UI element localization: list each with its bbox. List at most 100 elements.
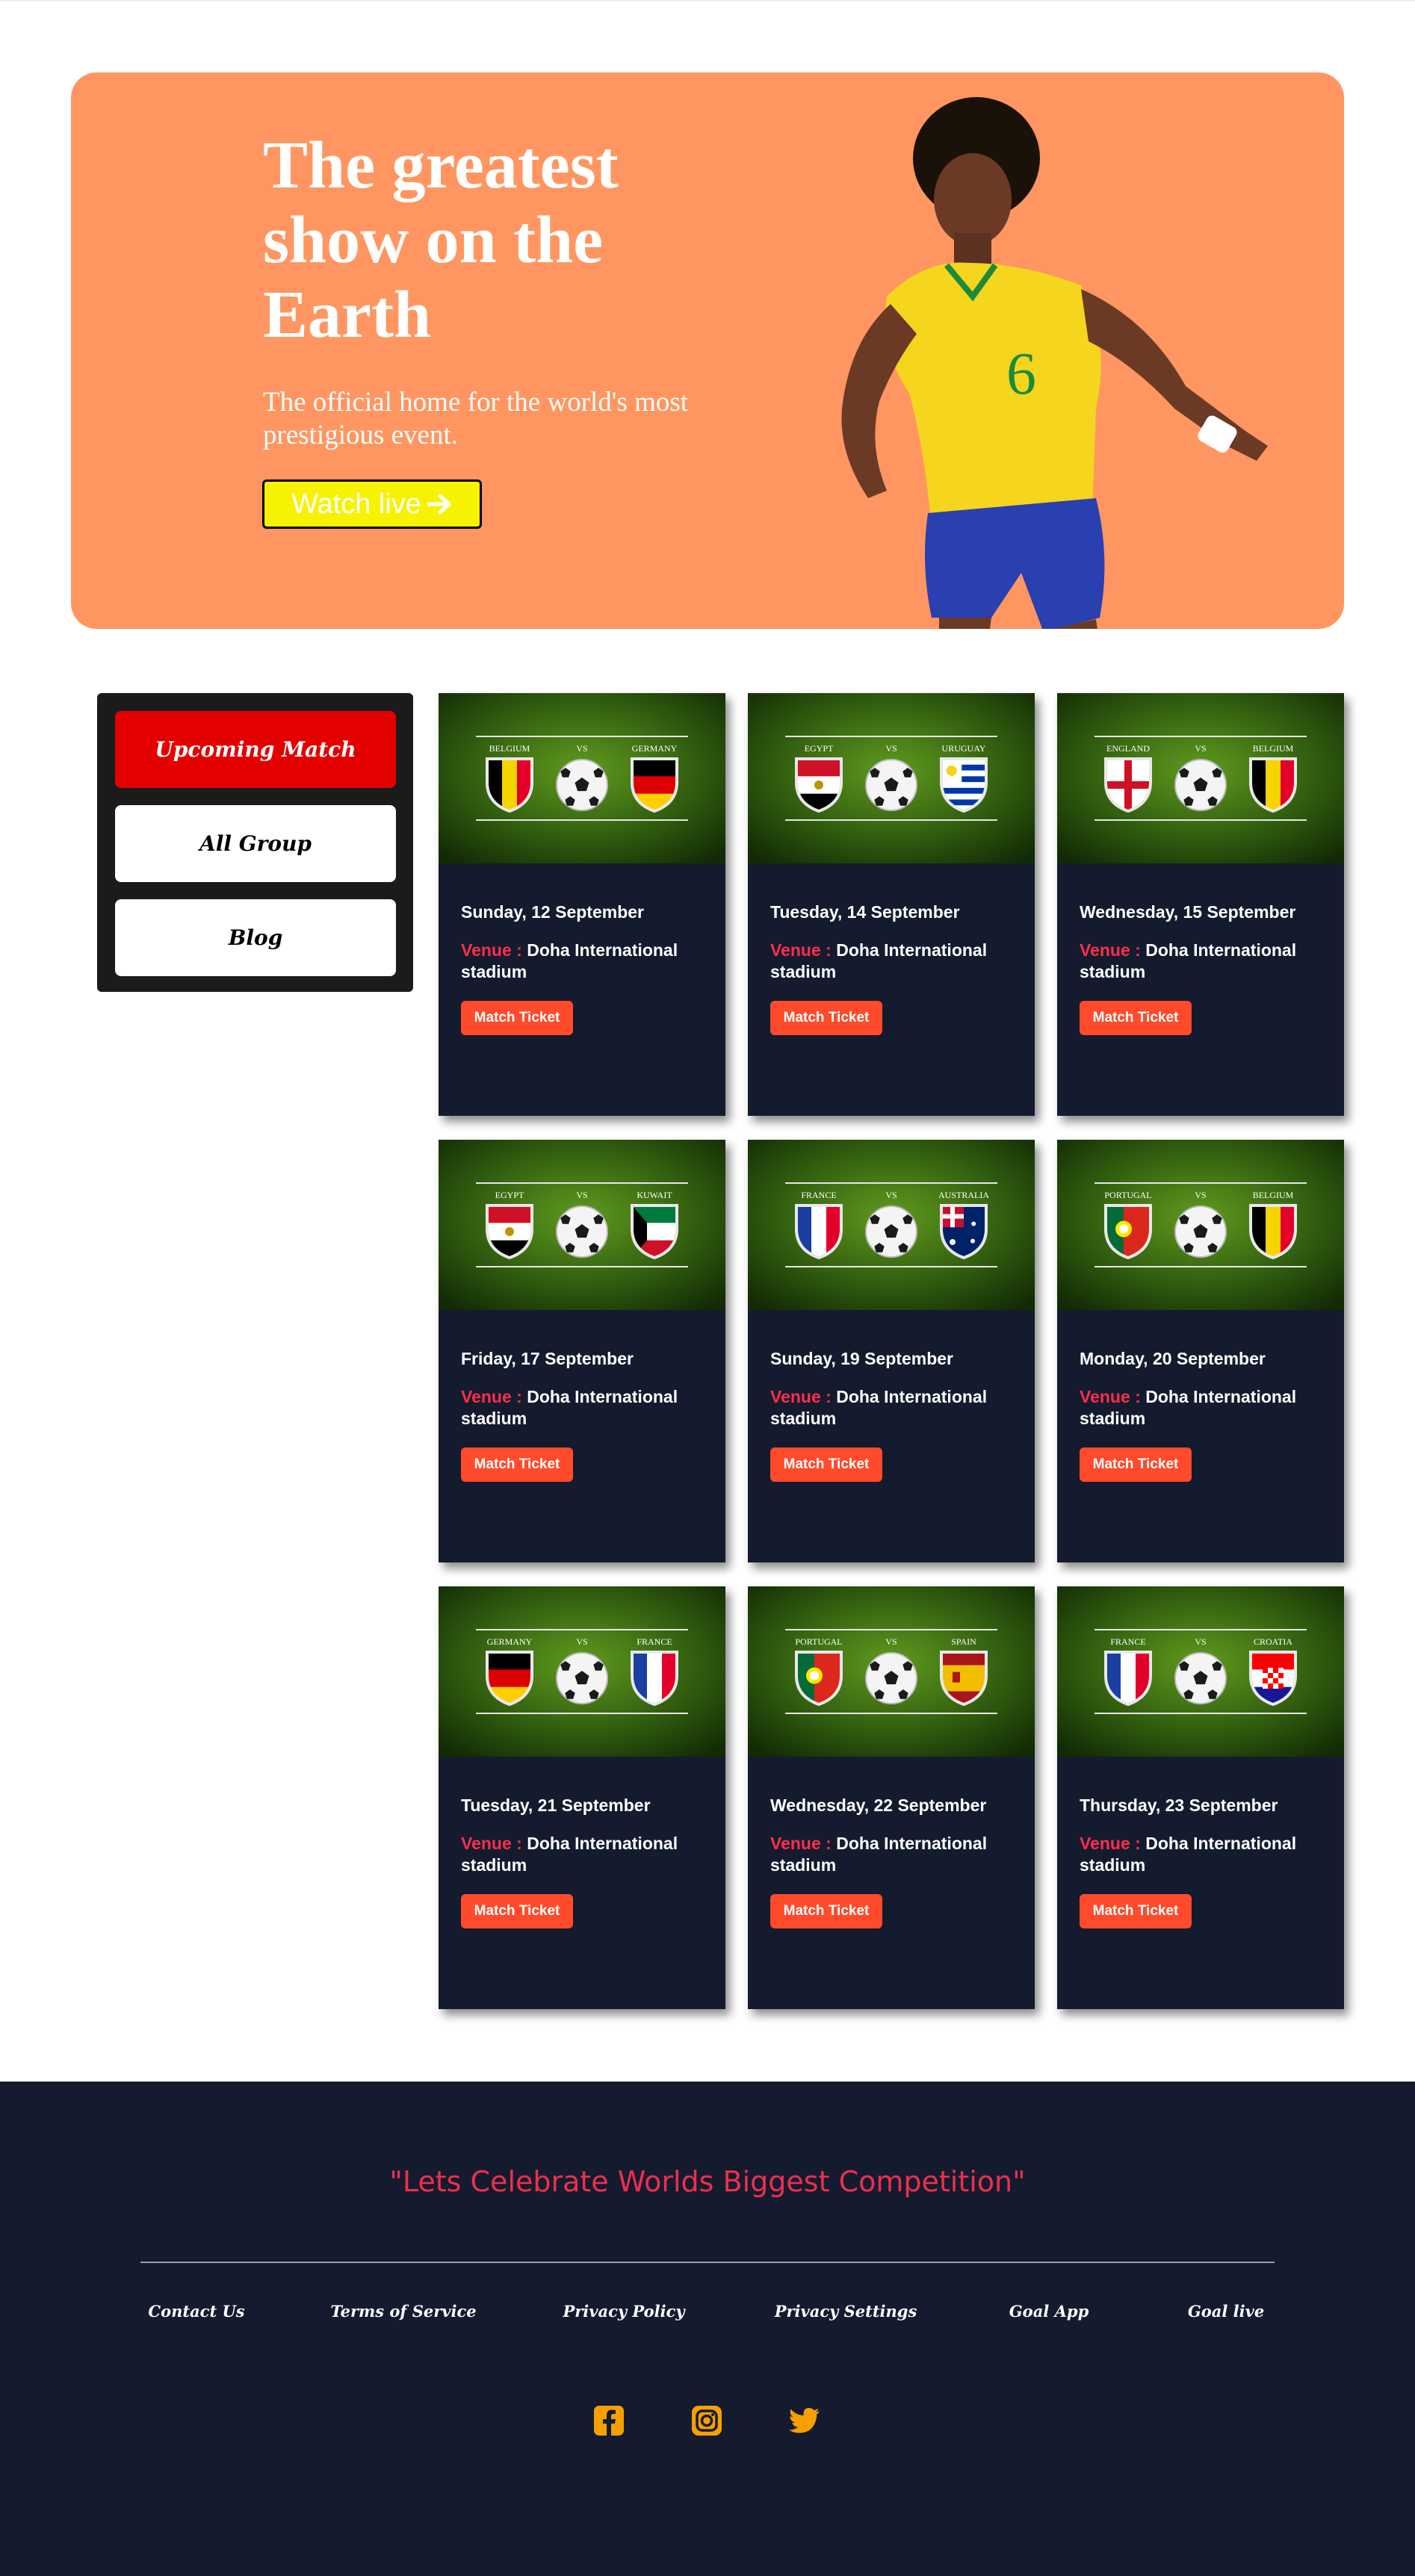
soccer-ball-icon [865, 759, 917, 811]
match-ticket-button[interactable]: Match Ticket [1080, 1447, 1192, 1482]
team-name: EGYPT [805, 743, 834, 754]
match-banner: GERMANY VS FRANCE [439, 1586, 725, 1757]
match-ticket-button[interactable]: Match Ticket [770, 1447, 882, 1482]
svg-text:6: 6 [1006, 341, 1036, 407]
match-card: EGYPT VS KUWAIT Friday, 17 September Venue :… [439, 1140, 725, 1562]
match-card: ENGLAND VS BELGIUM Wednesday, 15 September V… [1057, 693, 1344, 1116]
team-name: SPAIN [951, 1636, 976, 1647]
match-card: PORTUGAL VS SPAIN Wednesday, 22 September Ve… [748, 1586, 1035, 2009]
team-name: CROATIA [1254, 1636, 1292, 1647]
instagram-icon[interactable] [689, 2403, 725, 2439]
footer-link-privacy-settings[interactable]: Privacy Settings [775, 2302, 917, 2321]
flag-shield-icon [795, 1651, 843, 1707]
flag-shield-icon [940, 1651, 988, 1707]
team-name: BELGIUM [1253, 743, 1294, 754]
vs-label: VS [576, 743, 587, 754]
match-ticket-button[interactable]: Match Ticket [770, 1894, 882, 1928]
soccer-ball-icon [556, 759, 608, 811]
match-ticket-button[interactable]: Match Ticket [1080, 1894, 1192, 1928]
footer-link-terms-of-service[interactable]: Terms of Service [330, 2302, 476, 2321]
match-banner: EGYPT VS KUWAIT [439, 1140, 725, 1310]
soccer-ball-icon [865, 1205, 917, 1258]
match-ticket-button[interactable]: Match Ticket [461, 1447, 573, 1482]
sidebar-item-label: Upcoming Match [155, 737, 356, 762]
team-name: PORTUGAL [795, 1636, 842, 1647]
facebook-icon[interactable] [591, 2403, 627, 2439]
venue-label: Venue : [461, 1834, 522, 1853]
match-date: Tuesday, 14 September [770, 902, 960, 922]
match-banner: PORTUGAL VS SPAIN [748, 1586, 1035, 1757]
match-date: Sunday, 19 September [770, 1349, 953, 1368]
twitter-icon[interactable] [787, 2403, 823, 2439]
footer-link-goal-live[interactable]: Goal live [1188, 2302, 1264, 2321]
team-name: EGYPT [495, 1190, 524, 1200]
match-ticket-button[interactable]: Match Ticket [770, 1001, 882, 1035]
match-banner: PORTUGAL VS BELGIUM [1057, 1140, 1344, 1310]
match-date: Monday, 20 September [1080, 1349, 1266, 1368]
match-date: Tuesday, 21 September [461, 1796, 651, 1815]
match-date: Sunday, 12 September [461, 902, 644, 922]
match-venue: Venue : Doha International stadium [1080, 1833, 1334, 1876]
soccer-ball-icon [556, 1652, 608, 1704]
match-venue: Venue : Doha International stadium [461, 1386, 715, 1430]
match-venue: Venue : Doha International stadium [770, 1386, 1024, 1430]
sidebar: Upcoming Match All Group Blog [97, 693, 413, 992]
team-name: KUWAIT [637, 1190, 672, 1200]
hero-subtitle: The official home for the world's most p… [263, 387, 689, 450]
player-image: 6 [841, 97, 1268, 629]
match-card: FRANCE VS CROATIA Thursday, 23 September Ven… [1057, 1586, 1344, 2009]
vs-label: VS [885, 1190, 897, 1200]
flag-shield-icon [1104, 757, 1152, 813]
team-name: URUGUAY [942, 743, 986, 754]
match-venue: Venue : Doha International stadium [770, 1833, 1024, 1876]
footer-link-contact-us[interactable]: Contact Us [148, 2302, 244, 2321]
footer-tagline: "Lets Celebrate Worlds Biggest Competiti… [389, 2165, 1026, 2198]
team-name: FRANCE [801, 1190, 836, 1200]
flag-shield-icon [940, 1204, 988, 1260]
match-venue: Venue : Doha International stadium [1080, 940, 1334, 983]
soccer-ball-icon [556, 1205, 608, 1258]
match-date: Thursday, 23 September [1080, 1796, 1278, 1815]
venue-label: Venue : [1080, 1387, 1141, 1406]
vs-label: VS [1195, 743, 1206, 754]
team-name: BELGIUM [489, 743, 530, 754]
sidebar-item-upcoming-match[interactable]: Upcoming Match [115, 711, 396, 788]
match-venue: Venue : Doha International stadium [461, 940, 715, 983]
sidebar-item-all-group[interactable]: All Group [115, 805, 396, 882]
flag-shield-icon [940, 757, 988, 813]
match-card: PORTUGAL VS BELGIUM Monday, 20 September Ven… [1057, 1140, 1344, 1562]
venue-label: Venue : [770, 1387, 832, 1406]
venue-label: Venue : [770, 940, 832, 960]
soccer-ball-icon [865, 1652, 917, 1704]
soccer-ball-icon [1174, 1652, 1227, 1704]
watch-live-button[interactable]: Watch live [262, 479, 482, 529]
footer: "Lets Celebrate Worlds Biggest Competiti… [0, 2082, 1415, 2576]
footer-link-privacy-policy[interactable]: Privacy Policy [563, 2302, 684, 2321]
match-ticket-button[interactable]: Match Ticket [1080, 1001, 1192, 1035]
sidebar-item-blog[interactable]: Blog [115, 899, 396, 976]
vs-label: VS [576, 1636, 587, 1647]
match-card: FRANCE VS AUSTRALIA Sunday, 19 September Ven… [748, 1140, 1035, 1562]
footer-link-goal-app[interactable]: Goal App [1009, 2302, 1089, 2321]
match-date: Friday, 17 September [461, 1349, 634, 1368]
team-name: GERMANY [487, 1636, 533, 1647]
team-name: ENGLAND [1106, 743, 1150, 754]
match-date: Wednesday, 15 September [1080, 902, 1296, 922]
vs-label: VS [885, 1636, 897, 1647]
venue-label: Venue : [461, 1387, 522, 1406]
soccer-ball-icon [1174, 1205, 1227, 1258]
sidebar-item-label: Blog [228, 925, 283, 950]
hero-banner: The greatest show on the Earth The offic… [71, 72, 1344, 629]
match-venue: Venue : Doha International stadium [461, 1833, 715, 1876]
match-venue: Venue : Doha International stadium [1080, 1386, 1334, 1430]
match-ticket-button[interactable]: Match Ticket [461, 1001, 573, 1035]
sidebar-item-label: All Group [199, 831, 312, 856]
team-name: BELGIUM [1253, 1190, 1294, 1200]
match-banner: ENGLAND VS BELGIUM [1057, 693, 1344, 863]
match-card: GERMANY VS FRANCE Tuesday, 21 September Venu… [439, 1586, 725, 2009]
match-ticket-button[interactable]: Match Ticket [461, 1894, 573, 1928]
match-venue: Venue : Doha International stadium [770, 940, 1024, 983]
vs-label: VS [576, 1190, 587, 1200]
match-card: EGYPT VS URUGUAY Tuesday, 14 September Venue… [748, 693, 1035, 1116]
venue-label: Venue : [1080, 1834, 1141, 1853]
